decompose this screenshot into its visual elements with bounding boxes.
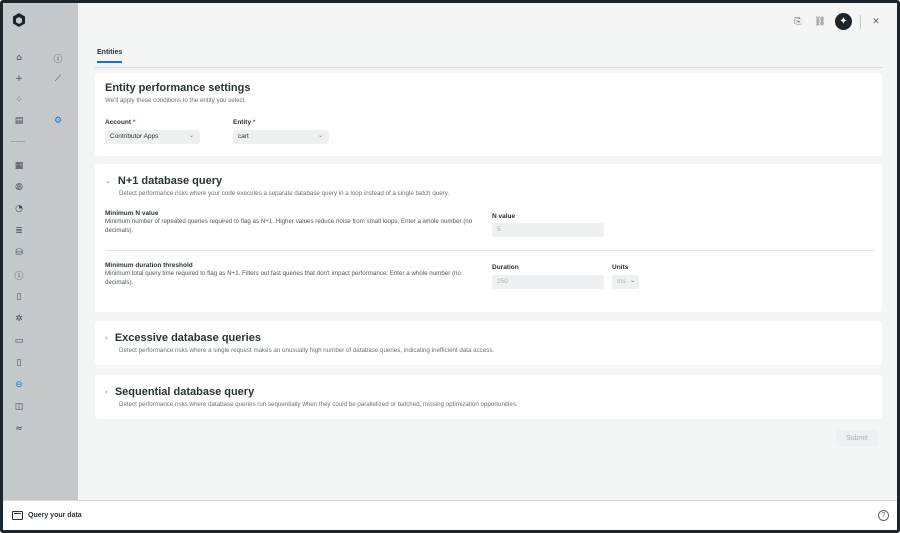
service-levels-icon[interactable]: ≈ (13, 423, 25, 435)
close-icon[interactable]: ✕ (869, 15, 883, 29)
top-bar: ⎘ ⛓ ✦ ✕ (78, 3, 897, 43)
bottom-bar: Query your data ? (3, 500, 897, 530)
min-duration-title: Minimum duration threshold (105, 262, 193, 269)
entity-value: cart (238, 133, 249, 140)
left-nav-rail: ⌂ + ⁘ ▤ ▦ ◍ ◔ ≣ ⛁ ⓘ ▯ ✲ ▭ ▯ ⊖ ◫ ≈ ⓘ ⟋ ⚙ (3, 3, 78, 500)
field-divider (105, 250, 875, 251)
chevron-down-icon: ⌄ (317, 132, 323, 139)
excessive-queries-card: › Excessive database queries Detect perf… (95, 321, 882, 365)
catalog-icon[interactable]: ▤ (13, 115, 25, 127)
sequential-query-card: › Sequential database query Detect perfo… (95, 375, 882, 419)
ai-assistant-icon[interactable]: ✦ (835, 13, 852, 30)
chevron-right-icon: › (105, 334, 108, 342)
entity-settings-card: Entity performance settings We'll apply … (95, 73, 882, 156)
chevron-down-icon: ⌄ (105, 177, 111, 185)
chevron-down-icon: ⌄ (629, 277, 635, 284)
database-icon[interactable]: ⊖ (13, 379, 25, 391)
integrations-icon[interactable]: ✲ (13, 313, 25, 325)
all-capabilities-icon[interactable]: ⁘ (13, 94, 25, 106)
apm-icon[interactable]: ◔ (13, 203, 25, 215)
query-your-data-button[interactable]: Query your data (12, 511, 82, 520)
info-icon[interactable]: ⓘ (52, 52, 64, 65)
duration-label: Duration (492, 264, 519, 271)
alerts-icon[interactable]: ⓘ (13, 269, 25, 282)
account-label: Account * (105, 119, 136, 126)
tab-entities[interactable]: Entities (97, 49, 123, 63)
query-label: Query your data (28, 512, 82, 519)
browser-icon[interactable]: ▭ (13, 335, 25, 347)
app-window: ⌂ + ⁘ ▤ ▦ ◍ ◔ ≣ ⛁ ⓘ ▯ ✲ ▭ ▯ ⊖ ◫ ≈ ⓘ ⟋ ⚙ … (0, 0, 900, 533)
settings-title: Entity performance settings (105, 82, 251, 94)
workloads-icon[interactable]: ◫ (13, 401, 25, 413)
excessive-title: Excessive database queries (114, 332, 261, 344)
secondary-nav: ⓘ ⟋ ⚙ (38, 3, 78, 500)
entity-select[interactable]: cart ⌄ (233, 130, 329, 144)
add-data-icon[interactable]: + (13, 73, 25, 85)
min-duration-description: Minimum total query time required to fla… (105, 270, 461, 286)
feedback-icon[interactable]: ⎘ (791, 15, 805, 29)
link-icon[interactable]: ⛓ (813, 15, 827, 29)
sequential-header[interactable]: › Sequential database query (105, 386, 865, 398)
units-select[interactable]: ms ⌄ (612, 275, 639, 289)
n-plus-one-title: N+1 database query (117, 175, 223, 187)
globe-icon[interactable]: ◍ (13, 181, 25, 193)
help-icon[interactable]: ? (878, 510, 889, 521)
dashboards-icon[interactable]: ▦ (13, 160, 25, 172)
new-relic-logo[interactable] (12, 13, 26, 27)
n-plus-one-card: ⌄ N+1 database query Detect performance … (95, 164, 882, 312)
home-icon[interactable]: ⌂ (13, 52, 25, 64)
terminal-icon (12, 511, 23, 520)
nav-divider (11, 141, 25, 142)
settings-icon[interactable]: ⚙ (52, 115, 64, 127)
settings-description: We'll apply these conditions to the enti… (105, 97, 247, 104)
mobile-icon[interactable]: ▯ (13, 357, 25, 369)
tab-bar: Entities (97, 49, 123, 63)
excessive-description: Detect performance risks where a single … (119, 347, 495, 354)
duration-input[interactable]: 250 (492, 275, 604, 289)
account-value: Contributor Apps (110, 133, 159, 140)
submit-button[interactable]: Submit (836, 430, 878, 447)
units-value: ms (617, 278, 626, 285)
toolbar-divider (860, 14, 861, 29)
account-select[interactable]: Contributor Apps ⌄ (105, 130, 200, 144)
synthetics-icon[interactable]: ▯ (13, 291, 25, 303)
min-n-title: Minimum N value (105, 210, 159, 217)
excessive-header[interactable]: › Excessive database queries (105, 332, 865, 344)
sequential-title: Sequential database query (114, 386, 255, 398)
chevron-right-icon: › (105, 388, 108, 396)
n-plus-one-header[interactable]: ⌄ N+1 database query (105, 175, 865, 187)
logs-icon[interactable]: ≣ (13, 225, 25, 237)
n-value-label: N value (492, 213, 516, 220)
top-actions: ⎘ ⛓ ✦ ✕ (791, 13, 883, 30)
chart-icon[interactable]: ⟋ (52, 73, 64, 85)
sequential-description: Detect performance risks where database … (119, 401, 518, 408)
chevron-down-icon: ⌄ (188, 132, 194, 139)
entity-label: Entity * (233, 119, 256, 126)
min-n-description: Minimum number of repeated queries requi… (105, 218, 473, 234)
n-value-input[interactable]: 5 (492, 223, 604, 237)
tab-underline (95, 67, 882, 68)
n-plus-one-description: Detect performance risks where your code… (119, 190, 450, 197)
infrastructure-icon[interactable]: ⛁ (13, 247, 25, 259)
units-label: Units (612, 264, 629, 271)
